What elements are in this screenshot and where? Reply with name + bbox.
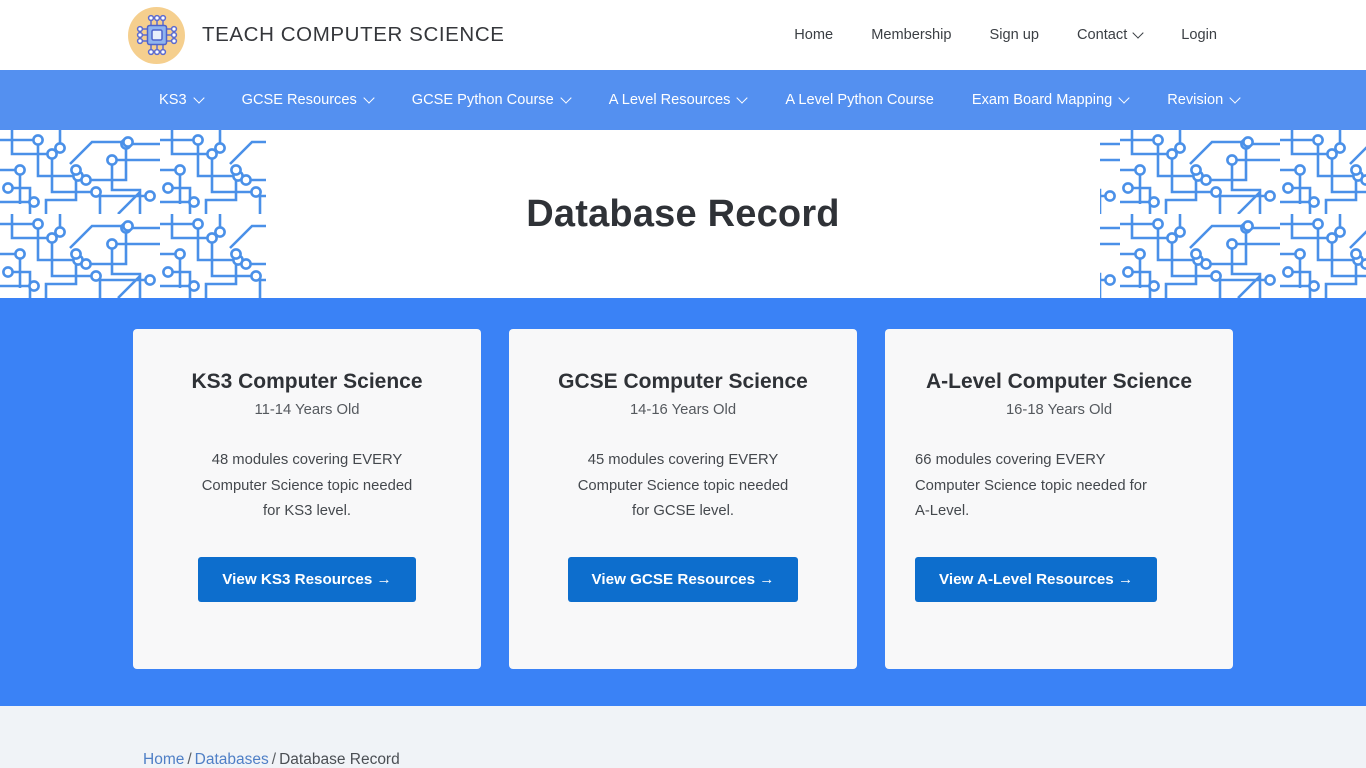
- nav-item-gcse-resources[interactable]: GCSE Resources: [223, 92, 393, 108]
- page-title: Database Record: [526, 192, 840, 235]
- top-nav-label: Membership: [871, 27, 952, 43]
- nav-item-a-level-python-course[interactable]: A Level Python Course: [766, 92, 952, 108]
- chevron-down-icon: [195, 94, 204, 103]
- chevron-down-icon: [1231, 94, 1240, 103]
- view-gcse-resources-button[interactable]: View GCSE Resources →: [567, 556, 799, 602]
- breadcrumb-separator: /: [271, 750, 277, 768]
- chevron-down-icon: [365, 94, 374, 103]
- nav-label: A Level Python Course: [785, 92, 934, 108]
- top-nav-item-signup[interactable]: Sign up: [970, 27, 1058, 43]
- chevron-down-icon: [1134, 29, 1143, 38]
- card-a-level[interactable]: A-Level Computer Science 16-18 Years Old…: [885, 329, 1233, 669]
- nav-item-a-level-resources[interactable]: A Level Resources: [590, 92, 767, 108]
- top-nav-label: Home: [794, 27, 834, 43]
- nav-item-exam-board-mapping[interactable]: Exam Board Mapping: [953, 92, 1148, 108]
- nav-item-ks3[interactable]: KS3: [140, 92, 223, 108]
- breadcrumb-area: Home / Databases / Database Record: [0, 706, 1366, 768]
- card-title: KS3 Computer Science: [191, 370, 423, 393]
- view-ks3-resources-button[interactable]: View KS3 Resources →: [198, 556, 416, 602]
- top-nav-label: Sign up: [989, 27, 1039, 43]
- breadcrumb-separator: /: [187, 750, 192, 768]
- card-description: 48 modules covering EVERY Computer Scien…: [201, 452, 413, 520]
- card-title: GCSE Computer Science: [558, 370, 808, 393]
- nav-item-gcse-python-course[interactable]: GCSE Python Course: [393, 92, 590, 108]
- top-nav-label: Login: [1181, 27, 1217, 43]
- page-title-panel: Database Record: [266, 130, 1100, 298]
- card-description: 45 modules covering EVERY Computer Scien…: [577, 452, 789, 520]
- top-nav-item-membership[interactable]: Membership: [852, 27, 970, 43]
- top-nav-label: Contact: [1076, 27, 1128, 43]
- nav-label: KS3: [159, 92, 187, 108]
- nav-label: GCSE Resources: [241, 92, 357, 108]
- nav-item-revision[interactable]: Revision: [1148, 92, 1259, 108]
- main-navigation: KS3 GCSE Resources GCSE Python Course A …: [0, 70, 1366, 130]
- chevron-down-icon: [738, 94, 747, 103]
- resource-cards-section: KS3 Computer Science 11-14 Years Old 48 …: [0, 298, 1366, 706]
- view-a-level-resources-button[interactable]: View A-Level Resources →: [915, 556, 1158, 602]
- site-header: TEACH COMPUTER SCIENCE Home Membership S…: [0, 0, 1366, 70]
- card-gcse[interactable]: GCSE Computer Science 14-16 Years Old 45…: [509, 329, 857, 669]
- nav-label: Revision: [1167, 92, 1224, 108]
- microchip-icon: [128, 6, 185, 64]
- nav-label: Exam Board Mapping: [971, 92, 1113, 108]
- page-hero: Database Record: [0, 130, 1366, 298]
- nav-label: A Level Resources: [608, 92, 731, 108]
- breadcrumb-link-home[interactable]: Home: [143, 751, 184, 768]
- chevron-down-icon: [1120, 94, 1129, 103]
- top-nav-item-login[interactable]: Login: [1162, 27, 1236, 43]
- top-nav-item-home[interactable]: Home: [775, 27, 852, 43]
- brand-name: TEACH COMPUTER SCIENCE: [202, 23, 505, 46]
- top-navigation: Home Membership Sign up Contact Login: [775, 27, 1236, 43]
- brand-logo-link[interactable]: TEACH COMPUTER SCIENCE: [128, 6, 505, 64]
- top-nav-item-contact[interactable]: Contact: [1058, 27, 1162, 43]
- card-age-range: 14-16 Years Old: [629, 402, 737, 419]
- breadcrumb-link-databases[interactable]: Databases: [195, 751, 269, 768]
- card-description: 66 modules covering EVERY Computer Scien…: [915, 452, 1147, 520]
- nav-label: GCSE Python Course: [411, 92, 554, 108]
- breadcrumb: Home / Databases / Database Record: [143, 751, 400, 768]
- card-age-range: 16-18 Years Old: [1005, 402, 1113, 419]
- card-age-range: 11-14 Years Old: [254, 402, 360, 419]
- breadcrumb-current: Database Record: [279, 750, 400, 768]
- card-title: A-Level Computer Science: [925, 370, 1193, 393]
- card-ks3[interactable]: KS3 Computer Science 11-14 Years Old 48 …: [133, 329, 481, 669]
- chevron-down-icon: [562, 94, 571, 103]
